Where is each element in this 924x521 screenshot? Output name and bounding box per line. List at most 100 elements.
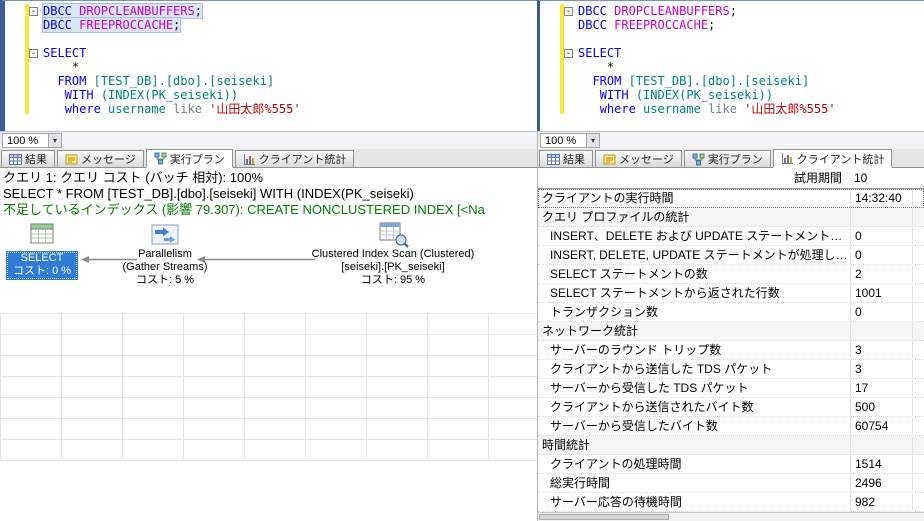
fold-collapse-icon[interactable]: - xyxy=(29,46,43,60)
tab-messages[interactable]: メッセージ xyxy=(595,150,682,167)
tab-execution-plan[interactable]: 実行プラン xyxy=(145,149,233,168)
results-grid-icon xyxy=(547,153,560,166)
zoom-level-select[interactable]: 100 % ▾ xyxy=(2,133,62,148)
stat-label: 時間統計 xyxy=(542,438,591,452)
tab-results[interactable]: 結果 xyxy=(1,150,55,167)
stats-section-row[interactable]: クエリ プロファイルの統計 xyxy=(538,208,924,227)
stat-trend-cell xyxy=(912,246,924,264)
stat-trend-cell xyxy=(912,284,924,302)
stat-value: 60754 xyxy=(850,417,912,435)
zoom-level-select[interactable]: 100 % ▾ xyxy=(540,133,600,148)
stat-value: 3 xyxy=(850,360,912,378)
right-query-pane: - DBCC DROPCLEANBUFFERS; DBCC FREEPROCCACH… xyxy=(537,0,924,521)
stats-data-row[interactable]: クライアントの処理時間 1514 xyxy=(538,455,924,474)
stat-label: ネットワーク統計 xyxy=(542,324,639,338)
stat-value xyxy=(850,208,912,226)
plan-node-select[interactable]: SELECT コスト: 0 % xyxy=(5,221,79,280)
editor-horizontal-scrollbar[interactable] xyxy=(600,132,924,149)
plan-node-parallelism[interactable]: Parallelism (Gather Streams) コスト: 5 % xyxy=(113,221,217,287)
stat-label: サーバーから受信した TDS パケット xyxy=(550,381,749,395)
missing-index-link[interactable]: 不足しているインデックス (影響 79.307): CREATE NONCLUS… xyxy=(3,202,534,218)
stat-value: 14:32:40 xyxy=(850,189,912,207)
chevron-down-icon: ▾ xyxy=(586,134,599,147)
stat-trend-cell xyxy=(912,455,924,473)
results-grid-empty[interactable] xyxy=(0,313,537,461)
query-cost-header: クエリ 1: クエリ コスト (バッチ 相対): 100% xyxy=(3,170,264,185)
sql-editor-right[interactable]: - DBCC DROPCLEANBUFFERS; DBCC FREEPROCCACH… xyxy=(537,0,924,131)
stats-section-row[interactable]: 時間統計 xyxy=(538,436,924,455)
code-line: WITH (INDEX(PK_seiseki)) xyxy=(29,88,537,102)
tab-client-statistics[interactable]: クライアント統計 xyxy=(772,149,893,168)
results-grid-icon xyxy=(9,153,22,166)
stat-trend-cell xyxy=(912,360,924,378)
code-area[interactable]: - DBCC DROPCLEANBUFFERS; DBCC FREEPROCCACH… xyxy=(29,1,537,131)
stat-trend-cell xyxy=(912,322,924,340)
tab-label: クライアント統計 xyxy=(258,154,347,166)
code-area[interactable]: - DBCC DROPCLEANBUFFERS; DBCC FREEPROCCACH… xyxy=(564,1,924,131)
stat-trend-cell xyxy=(912,227,924,245)
stats-data-row[interactable]: トランザクション数 0 xyxy=(538,303,924,322)
stats-section-row[interactable]: ネットワーク統計 xyxy=(538,322,924,341)
node-cost: コスト: 5 % xyxy=(135,274,195,286)
trial-header-value: 10 xyxy=(854,171,868,185)
code-line: FROM [TEST_DB].[dbo].[seiseki] xyxy=(29,74,537,88)
stats-data-row[interactable]: INSERT, DELETE, UPDATE ステートメントが処理した行... 0 xyxy=(538,246,924,265)
tab-label: 実行プラン xyxy=(707,154,763,166)
stats-data-row[interactable]: サーバーのラウンド トリップ数 3 xyxy=(538,341,924,360)
tab-label: メッセージ xyxy=(81,154,136,166)
stats-data-row[interactable]: SELECT ステートメントから返された行数 1001 xyxy=(538,284,924,303)
stats-data-row[interactable]: 総実行時間 2496 xyxy=(538,474,924,493)
stats-data-row[interactable]: サーバーから受信したバイト数 60754 xyxy=(538,417,924,436)
tab-execution-plan[interactable]: 実行プラン xyxy=(683,150,771,167)
editor-horizontal-scrollbar[interactable] xyxy=(62,132,537,149)
stat-trend-cell xyxy=(912,474,924,492)
fold-collapse-icon[interactable]: - xyxy=(564,4,578,18)
plan-node-clustered-index-scan[interactable]: Clustered Index Scan (Clustered) [seisek… xyxy=(291,221,495,287)
tab-label: 実行プラン xyxy=(169,153,225,166)
tab-client-statistics[interactable]: クライアント統計 xyxy=(234,150,355,167)
stat-value: 3 xyxy=(850,341,912,359)
editor-gutter xyxy=(5,1,29,131)
stats-data-row[interactable]: クライアントから送信した TDS パケット 3 xyxy=(538,360,924,379)
stat-value: 500 xyxy=(850,398,912,416)
stats-data-row[interactable]: サーバーから受信した TDS パケット 17 xyxy=(538,379,924,398)
scrollbar-thumb[interactable] xyxy=(539,514,669,520)
code-line: - DBCC DROPCLEANBUFFERS; xyxy=(29,3,203,19)
editor-gutter xyxy=(540,1,564,131)
code-line: - SELECT xyxy=(29,46,87,60)
tab-results[interactable]: 結果 xyxy=(539,150,593,167)
stat-trend-cell xyxy=(912,493,924,511)
stat-value: 2496 xyxy=(850,474,912,492)
code-line: where username like '山田太郎%555' xyxy=(29,102,537,116)
left-query-pane: - DBCC DROPCLEANBUFFERS; DBCC FREEPROCCACH… xyxy=(0,0,537,521)
client-statistics-icon xyxy=(781,152,794,165)
stats-data-row[interactable]: SELECT ステートメントの数 2 xyxy=(538,265,924,284)
stats-horizontal-scrollbar[interactable] xyxy=(537,512,924,521)
stat-value: 982 xyxy=(850,493,912,511)
code-line: * xyxy=(564,60,924,74)
code-line: where username like '山田太郎%555' xyxy=(564,102,924,116)
code-line: DBCC FREEPROCCACHE; xyxy=(564,18,924,32)
ssms-query-windows: - DBCC DROPCLEANBUFFERS; DBCC FREEPROCCACH… xyxy=(0,0,924,521)
stats-data-row[interactable]: クライアントから送信されたバイト数 500 xyxy=(538,398,924,417)
chevron-down-icon: ▾ xyxy=(48,134,61,147)
stats-data-row[interactable]: INSERT、DELETE および UPDATE ステートメントの数 0 xyxy=(538,227,924,246)
code-line: DBCC FREEPROCCACHE; xyxy=(29,17,537,33)
query-statement-text: SELECT * FROM [TEST_DB].[dbo].[seiseki] … xyxy=(3,186,414,201)
stat-trend-cell xyxy=(912,341,924,359)
stats-data-row[interactable]: クライアントの実行時間 14:32:40 xyxy=(538,189,924,208)
stats-data-row[interactable]: サーバー応答の待機時間 982 xyxy=(538,493,924,512)
fold-collapse-icon[interactable]: - xyxy=(564,46,578,60)
stat-value xyxy=(850,436,912,454)
node-cost: コスト: 95 % xyxy=(360,274,426,286)
fold-collapse-icon[interactable]: - xyxy=(29,4,43,18)
left-results-tabstrip: 結果 メッセージ 実行プラン クライアント統計 xyxy=(0,149,537,168)
tab-messages[interactable]: メッセージ xyxy=(57,150,144,167)
stat-label: サーバーのラウンド トリップ数 xyxy=(550,343,722,357)
sql-editor-left[interactable]: - DBCC DROPCLEANBUFFERS; DBCC FREEPROCCACH… xyxy=(0,0,537,131)
